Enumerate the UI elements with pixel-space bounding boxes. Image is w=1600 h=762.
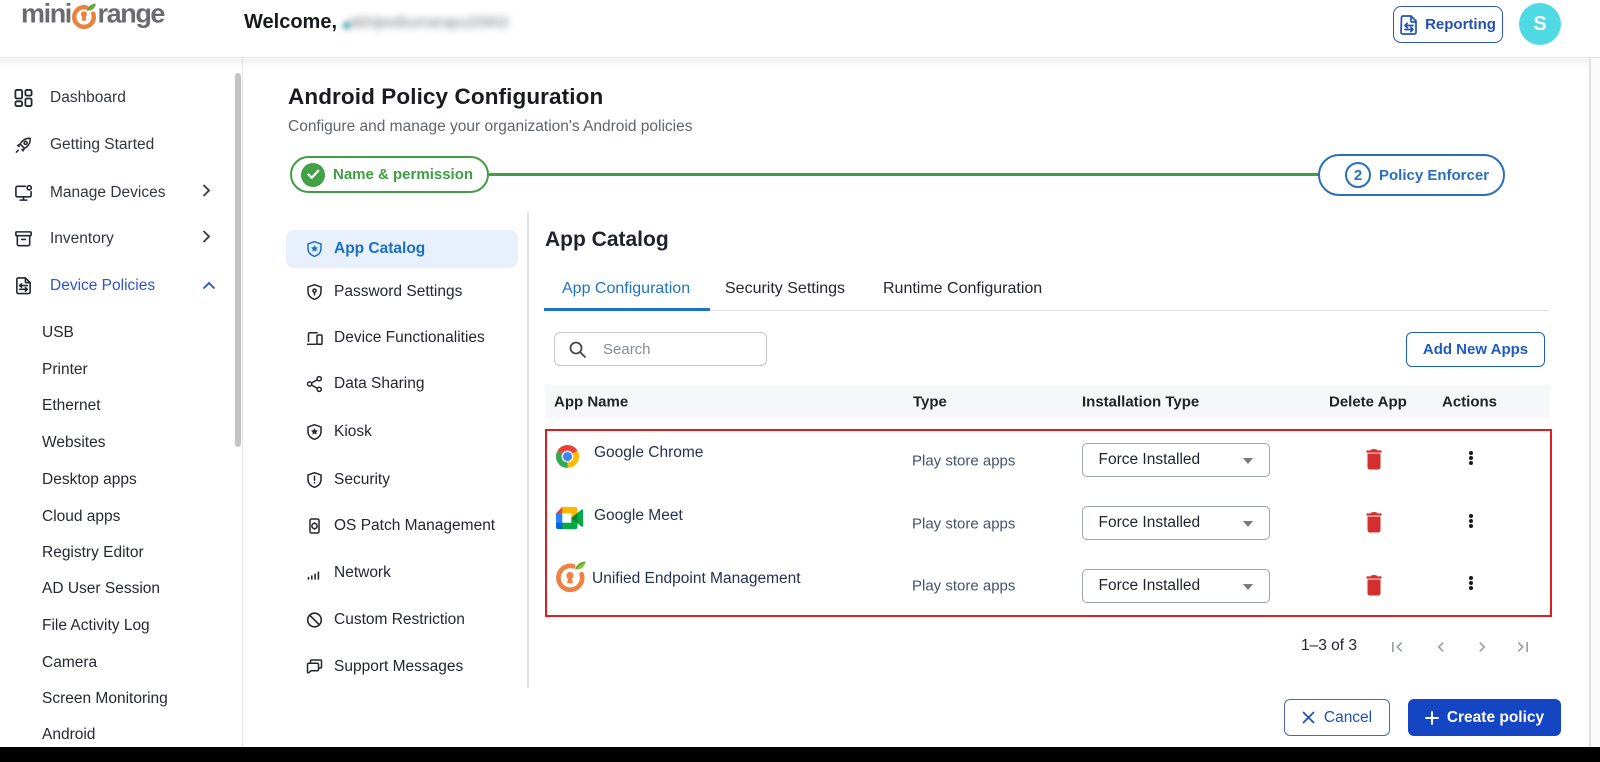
svg-text:mini: mini [21, 0, 71, 29]
svg-text:range: range [98, 0, 166, 29]
